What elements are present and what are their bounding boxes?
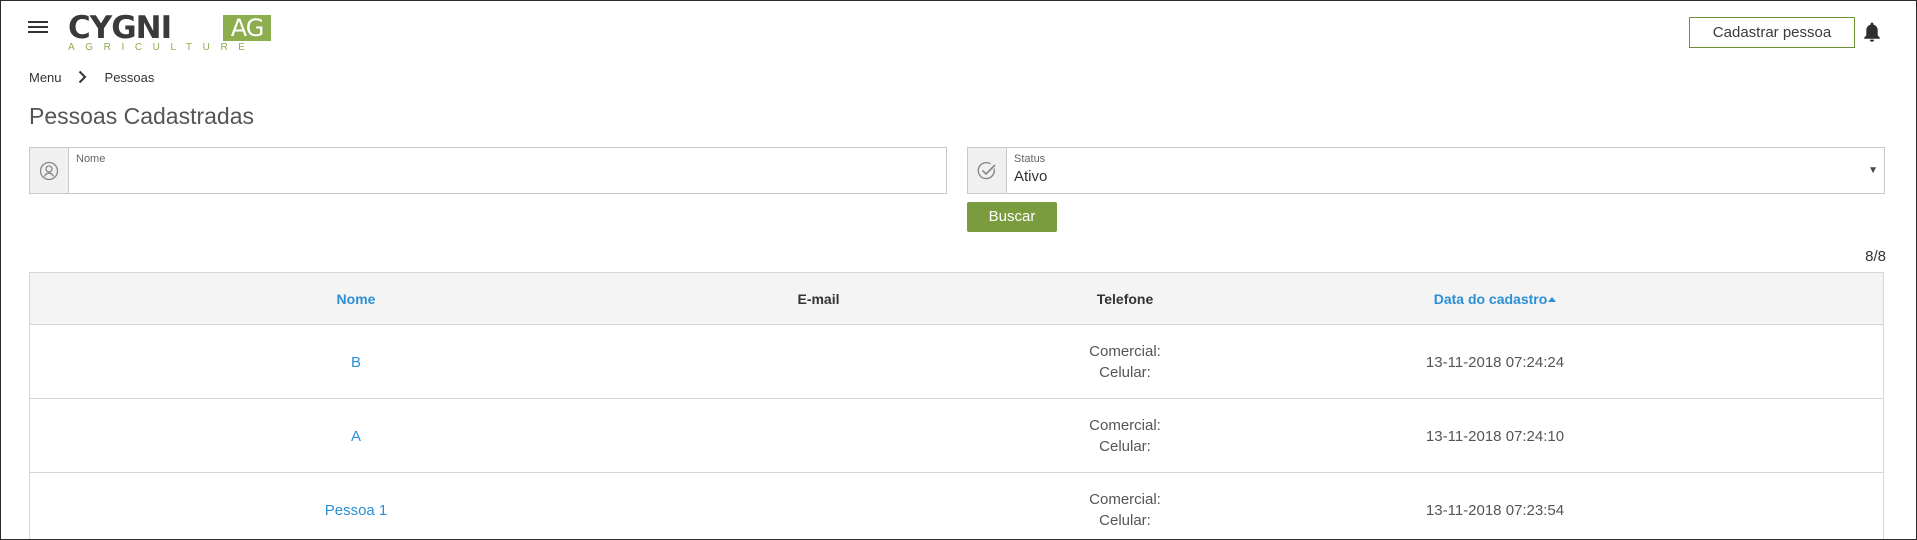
bell-icon[interactable]: [1863, 21, 1881, 43]
column-header-data-cadastro[interactable]: Data do cadastro: [1295, 273, 1695, 325]
row-data-cadastro: 13-11-2018 07:23:54: [1425, 501, 1565, 519]
row-email: [682, 325, 955, 399]
breadcrumb: Menu Pessoas: [29, 67, 154, 87]
row-data-cadastro: 13-11-2018 07:24:10: [1425, 427, 1565, 445]
logo-subtitle: AGRICULTURE: [68, 42, 256, 53]
table-header: Nome E-mail Telefone Data do cadastro: [30, 273, 1883, 325]
status-field-label: Status: [1014, 153, 1046, 165]
row-data-cadastro: 13-11-2018 07:24:24: [1425, 353, 1565, 371]
sort-asc-icon: [1548, 296, 1557, 302]
tel-comercial: Comercial:: [1089, 417, 1161, 434]
tel-celular: Celular:: [1099, 512, 1151, 529]
hamburger-icon[interactable]: [28, 19, 48, 35]
row-nome[interactable]: A: [30, 399, 682, 473]
row-email: [682, 399, 955, 473]
tel-celular: Celular:: [1099, 438, 1151, 455]
row-nome[interactable]: B: [30, 325, 682, 399]
chevron-right-icon: [78, 70, 87, 84]
result-count: 8/8: [1865, 248, 1886, 265]
tel-celular: Celular:: [1099, 364, 1151, 381]
tel-comercial: Comercial:: [1089, 491, 1161, 508]
nome-field-label: Nome: [76, 153, 106, 165]
caret-down-icon: ▼: [1868, 165, 1878, 176]
nome-input[interactable]: [76, 168, 938, 190]
buscar-button[interactable]: Buscar: [967, 202, 1057, 232]
people-table: Nome E-mail Telefone Data do cadastro B …: [29, 272, 1884, 539]
logo[interactable]: CYGNI AG AGRICULTURE: [68, 11, 273, 53]
cadastrar-pessoa-button[interactable]: Cadastrar pessoa: [1689, 17, 1855, 48]
logo-ag-badge: AG: [223, 15, 271, 41]
table-row: A Comercial: Celular: 13-11-2018 07:24:1…: [30, 399, 1883, 473]
row-telefone: Comercial: Celular:: [955, 325, 1295, 399]
row-email: [682, 473, 955, 539]
column-header-telefone: Telefone: [1096, 291, 1154, 307]
status-select[interactable]: Status Ativo ▼: [967, 147, 1885, 194]
table-row: B Comercial: Celular: 13-11-2018 07:24:2…: [30, 325, 1883, 399]
row-telefone: Comercial: Celular:: [955, 473, 1295, 539]
breadcrumb-pessoas: Pessoas: [104, 69, 155, 85]
app-frame: CYGNI AG AGRICULTURE Cadastrar pessoa Me…: [0, 0, 1917, 540]
page-title: Pessoas Cadastradas: [29, 103, 255, 129]
row-telefone: Comercial: Celular:: [955, 399, 1295, 473]
row-nome[interactable]: Pessoa 1: [30, 473, 682, 539]
column-header-nome[interactable]: Nome: [30, 273, 682, 325]
table-row: Pessoa 1 Comercial: Celular: 13-11-2018 …: [30, 473, 1883, 539]
tel-comercial: Comercial:: [1089, 343, 1161, 360]
check-circle-icon: [968, 148, 1007, 193]
nome-filter-field[interactable]: Nome: [29, 147, 947, 194]
column-header-data-label: Data do cadastro: [1433, 291, 1548, 307]
status-selected-value: Ativo: [1014, 168, 1048, 185]
person-circle-icon: [30, 148, 69, 193]
column-header-email: E-mail: [797, 291, 840, 307]
breadcrumb-menu[interactable]: Menu: [29, 70, 62, 85]
logo-wordmark: CYGNI: [68, 10, 172, 46]
